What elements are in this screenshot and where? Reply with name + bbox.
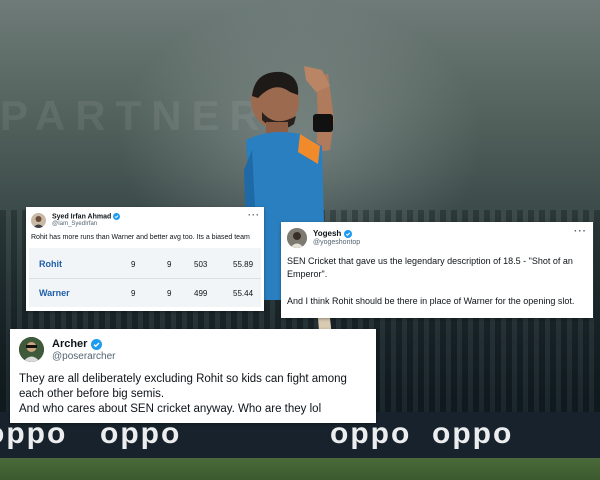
player-name: Rohit <box>39 259 62 269</box>
tweet-card-yogesh: Yogesh @yogeshontop ··· SEN Cricket that… <box>281 222 593 318</box>
author-handle[interactable]: @Iam_SyedIrfan <box>52 221 97 227</box>
tweet-text: They are all deliberately excluding Rohi… <box>19 372 369 417</box>
more-horizontal-icon[interactable]: ··· <box>248 210 260 220</box>
avatar[interactable] <box>31 213 46 228</box>
avatar[interactable] <box>19 337 44 362</box>
tweet-line: They are all deliberately excluding Rohi… <box>19 373 347 400</box>
more-horizontal-icon[interactable]: ··· <box>574 226 587 237</box>
stat-runs: 503 <box>194 260 208 269</box>
tweet-text: Rohit has more runs than Warner and bett… <box>31 234 250 241</box>
stat-cell: 9 <box>167 289 172 298</box>
stat-average: 55.44 <box>233 289 254 298</box>
author-handle[interactable]: @yogeshontop <box>313 239 360 246</box>
grass <box>0 458 600 480</box>
verified-badge-icon <box>113 213 121 220</box>
stat-average: 55.89 <box>233 260 254 269</box>
author-name[interactable]: Yogesh <box>313 229 352 238</box>
tweet-text: And I think Rohit should be there in pla… <box>287 296 575 306</box>
table-row: Warner 9 9 499 55.44 <box>29 279 261 307</box>
verified-badge-icon <box>343 229 352 238</box>
avatar[interactable] <box>287 228 307 248</box>
stat-cell: 9 <box>131 289 136 298</box>
sponsor-logo: oppo <box>432 417 514 450</box>
author-name[interactable]: Archer <box>52 338 102 350</box>
tweet-card-syed: Syed Irfan Ahmad @Iam_SyedIrfan ··· Rohi… <box>26 207 264 311</box>
verified-badge-icon <box>90 338 102 350</box>
player-name: Warner <box>39 288 70 298</box>
author-name-text: Syed Irfan Ahmad <box>52 213 112 221</box>
tweet-card-archer: Archer @poserarcher They are all deliber… <box>10 329 376 423</box>
author-name-text: Archer <box>52 338 88 350</box>
table-row: Rohit 9 9 503 55.89 <box>29 250 261 278</box>
stats-table: Rohit 9 9 503 55.89 Warner 9 9 499 55.44 <box>29 248 261 307</box>
author-name-text: Yogesh <box>313 229 342 238</box>
stat-cell: 9 <box>131 260 136 269</box>
stat-cell: 9 <box>167 260 172 269</box>
tweet-line: And who cares about SEN cricket anyway. … <box>19 403 322 415</box>
author-name[interactable]: Syed Irfan Ahmad <box>52 213 121 221</box>
author-handle[interactable]: @poserarcher <box>52 351 116 362</box>
stat-runs: 499 <box>194 289 208 298</box>
tweet-text: SEN Cricket that gave us the legendary d… <box>287 256 573 279</box>
